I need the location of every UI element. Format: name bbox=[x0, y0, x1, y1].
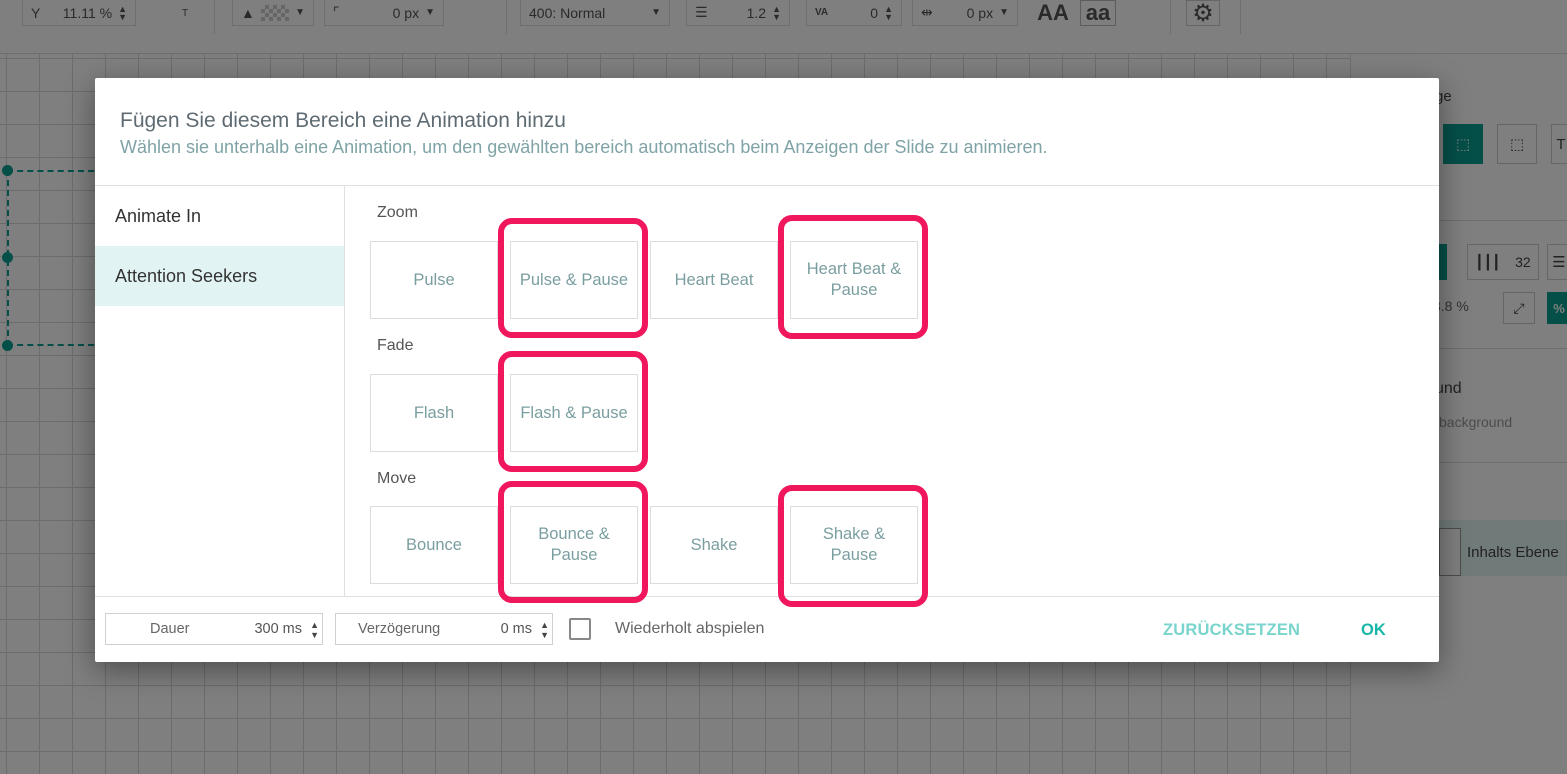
animation-bounce-pause[interactable]: Bounce & Pause bbox=[510, 506, 638, 584]
category-label: Attention Seekers bbox=[115, 265, 258, 286]
animation-shake-pause[interactable]: Shake & Pause bbox=[790, 506, 918, 584]
duration-label: Dauer bbox=[150, 621, 190, 637]
ok-button[interactable]: OK bbox=[1361, 621, 1386, 640]
duration-stepper[interactable]: ▲ ▼ bbox=[310, 620, 319, 640]
animation-category-sidebar: Animate In Attention Seekers bbox=[95, 186, 345, 596]
animation-flash[interactable]: Flash bbox=[370, 374, 498, 452]
reset-button[interactable]: ZURÜCKSETZEN bbox=[1163, 621, 1300, 640]
duration-value: 300 ms bbox=[254, 621, 302, 637]
delay-stepper[interactable]: ▲ ▼ bbox=[540, 620, 549, 640]
animation-shake[interactable]: Shake bbox=[650, 506, 778, 584]
delay-value: 0 ms bbox=[500, 621, 532, 637]
dialog-subtitle: Wählen sie unterhalb eine Animation, um … bbox=[120, 137, 1048, 157]
section-title-fade: Fade bbox=[377, 337, 414, 354]
delay-field[interactable]: Verzögerung 0 ms ▲ ▼ bbox=[335, 613, 553, 645]
animation-heart-beat-pause[interactable]: Heart Beat & Pause bbox=[790, 241, 918, 319]
category-label: Animate In bbox=[115, 205, 202, 226]
category-animate-in[interactable]: Animate In bbox=[95, 186, 344, 246]
animation-pulse[interactable]: Pulse bbox=[370, 241, 498, 319]
animation-options: Zoom Pulse Pulse & Pause Heart Beat Hear… bbox=[345, 186, 1439, 596]
dialog-footer: Dauer 300 ms ▲ ▼ Verzögerung 0 ms ▲ ▼ Wied… bbox=[95, 596, 1439, 662]
animation-heart-beat[interactable]: Heart Beat bbox=[650, 241, 778, 319]
animation-flash-pause[interactable]: Flash & Pause bbox=[510, 374, 638, 452]
animation-bounce[interactable]: Bounce bbox=[370, 506, 498, 584]
delay-label: Verzögerung bbox=[358, 621, 441, 637]
dialog-title: Fügen Sie diesem Bereich eine Animation … bbox=[120, 109, 566, 132]
section-title-zoom: Zoom bbox=[377, 204, 418, 221]
section-title-move: Move bbox=[377, 470, 417, 487]
repeat-label[interactable]: Wiederholt abspielen bbox=[615, 620, 764, 638]
dialog-header: Fügen Sie diesem Bereich eine Animation … bbox=[95, 78, 1439, 186]
duration-field[interactable]: Dauer 300 ms ▲ ▼ bbox=[105, 613, 323, 645]
animation-dialog: Fügen Sie diesem Bereich eine Animation … bbox=[95, 78, 1439, 662]
repeat-checkbox[interactable] bbox=[569, 618, 591, 640]
category-attention-seekers[interactable]: Attention Seekers bbox=[95, 246, 344, 306]
animation-pulse-pause[interactable]: Pulse & Pause bbox=[510, 241, 638, 319]
